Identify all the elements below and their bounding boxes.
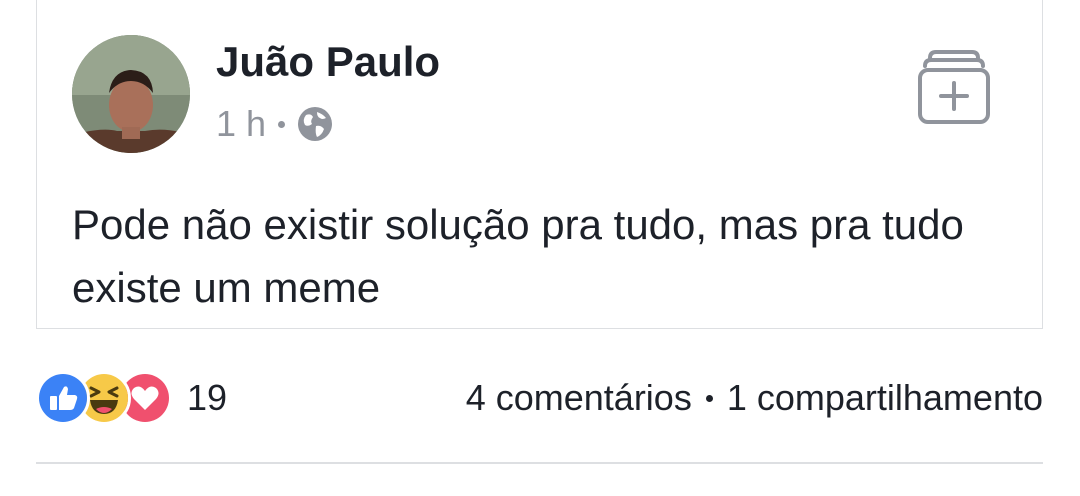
save-to-collection-icon: [918, 50, 990, 124]
comments-count-link[interactable]: 4 comentários: [466, 377, 692, 419]
reactions-summary[interactable]: 19: [36, 371, 228, 425]
post-timestamp[interactable]: 1 h: [216, 103, 266, 145]
divider: [36, 462, 1043, 464]
post-text: Pode não existir solução pra tudo, mas p…: [72, 201, 964, 311]
shares-count-link[interactable]: 1 compartilhamento: [727, 377, 1043, 419]
like-reaction-icon: [36, 371, 90, 425]
avatar-photo: [72, 35, 190, 153]
avatar[interactable]: [72, 35, 190, 153]
engagement-separator: [705, 394, 713, 402]
author-name[interactable]: Juão Paulo: [216, 36, 440, 88]
post-meta: 1 h: [216, 102, 333, 146]
save-button[interactable]: [916, 48, 992, 126]
meta-separator: [278, 120, 286, 128]
engagement-summary: 4 comentários 1 compartilhamento: [466, 372, 1043, 424]
globe-icon: [297, 106, 333, 142]
reaction-count: 19: [187, 377, 228, 418]
